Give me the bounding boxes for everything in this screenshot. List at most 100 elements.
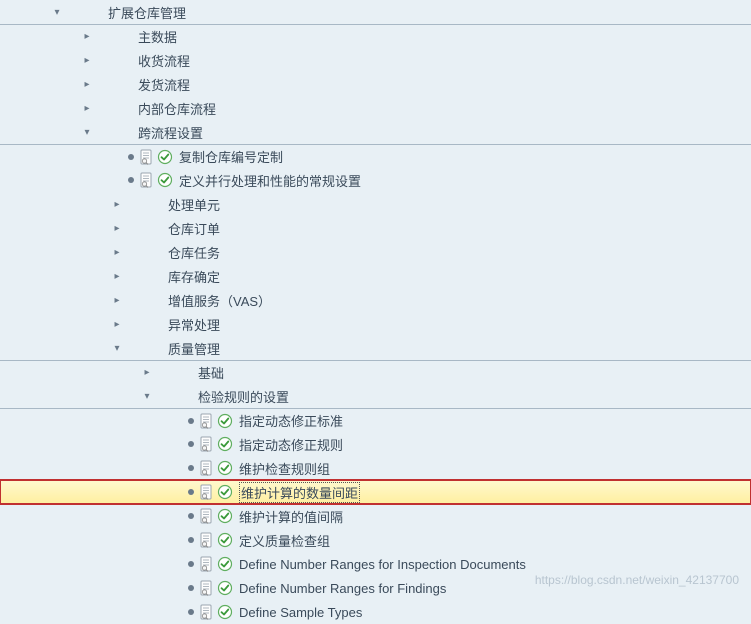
tree-node-label[interactable]: 维护计算的数量间距: [239, 482, 360, 503]
tree-row[interactable]: 定义质量检查组: [0, 528, 751, 552]
tree-row[interactable]: Define Sample Types: [0, 600, 751, 624]
activity-icon-group[interactable]: [200, 436, 233, 452]
activity-icon-group[interactable]: [200, 532, 233, 548]
execute-check-icon[interactable]: [217, 484, 233, 500]
tree-node-label[interactable]: 增值服务（VAS）: [168, 291, 271, 310]
tree-row[interactable]: ▾ 检验规则的设置: [0, 384, 751, 408]
activity-icon-group[interactable]: [200, 580, 233, 596]
tree-node-label[interactable]: 处理单元: [168, 195, 220, 214]
tree-row[interactable]: ▸ 内部仓库流程: [0, 96, 751, 120]
expander-collapsed-icon[interactable]: ▸: [110, 293, 124, 307]
tree-row[interactable]: 维护计算的数量间距: [0, 480, 751, 504]
expander-collapsed-icon[interactable]: ▸: [80, 30, 94, 44]
tree-row[interactable]: 指定动态修正规则: [0, 432, 751, 456]
tree-node-label[interactable]: 质量管理: [168, 339, 220, 358]
document-search-icon[interactable]: [200, 508, 214, 524]
expander-collapsed-icon[interactable]: ▸: [80, 101, 94, 115]
expander-collapsed-icon[interactable]: ▸: [140, 366, 154, 380]
tree-node-label[interactable]: 定义并行处理和性能的常规设置: [179, 171, 361, 190]
tree-node-label[interactable]: 库存确定: [168, 267, 220, 286]
execute-check-icon[interactable]: [217, 460, 233, 476]
activity-icon-group[interactable]: [200, 460, 233, 476]
activity-icon-group[interactable]: [200, 556, 233, 572]
expander-expanded-icon[interactable]: ▾: [140, 389, 154, 403]
expander-collapsed-icon[interactable]: ▸: [110, 221, 124, 235]
tree-row[interactable]: ▸ 发货流程: [0, 72, 751, 96]
tree-row[interactable]: 指定动态修正标准: [0, 408, 751, 432]
execute-check-icon[interactable]: [157, 172, 173, 188]
tree-row[interactable]: ▸ 收货流程: [0, 48, 751, 72]
expander-collapsed-icon[interactable]: ▸: [110, 269, 124, 283]
expander-expanded-icon[interactable]: ▾: [50, 5, 64, 19]
execute-check-icon[interactable]: [157, 149, 173, 165]
document-search-icon[interactable]: [200, 580, 214, 596]
execute-check-icon[interactable]: [217, 580, 233, 596]
tree-node-label[interactable]: 复制仓库编号定制: [179, 147, 283, 166]
tree-row[interactable]: ▸ 异常处理: [0, 312, 751, 336]
activity-icon-group[interactable]: [200, 484, 233, 500]
tree-row[interactable]: 维护检查规则组: [0, 456, 751, 480]
tree-node-label[interactable]: 内部仓库流程: [138, 99, 216, 118]
tree-row[interactable]: ▸ 库存确定: [0, 264, 751, 288]
expander-expanded-icon[interactable]: ▾: [110, 341, 124, 355]
tree-node-label[interactable]: 维护检查规则组: [239, 459, 330, 478]
tree-row[interactable]: ▸ 处理单元: [0, 192, 751, 216]
activity-icon-group[interactable]: [200, 413, 233, 429]
tree-row[interactable]: Define Number Ranges for Findings: [0, 576, 751, 600]
document-search-icon[interactable]: [200, 436, 214, 452]
tree-row[interactable]: ▸ 增值服务（VAS）: [0, 288, 751, 312]
tree-node-label[interactable]: 主数据: [138, 27, 177, 46]
tree-row[interactable]: 复制仓库编号定制: [0, 144, 751, 168]
tree-node-label[interactable]: 指定动态修正标准: [239, 411, 343, 430]
activity-icon-group[interactable]: [140, 149, 173, 165]
tree-row[interactable]: ▸ 基础: [0, 360, 751, 384]
tree-node-label[interactable]: Define Sample Types: [239, 605, 362, 620]
tree-row[interactable]: 定义并行处理和性能的常规设置: [0, 168, 751, 192]
activity-icon-group[interactable]: [200, 508, 233, 524]
document-search-icon[interactable]: [200, 413, 214, 429]
tree-row[interactable]: ▾ 质量管理: [0, 336, 751, 360]
tree-node-label[interactable]: 扩展仓库管理: [108, 3, 186, 22]
tree-node-label[interactable]: 异常处理: [168, 315, 220, 334]
tree-node-label[interactable]: 仓库订单: [168, 219, 220, 238]
document-search-icon[interactable]: [140, 172, 154, 188]
tree-row[interactable]: ▾ 扩展仓库管理: [0, 0, 751, 24]
expander-collapsed-icon[interactable]: ▸: [110, 197, 124, 211]
tree-node-label[interactable]: 指定动态修正规则: [239, 435, 343, 454]
tree-row[interactable]: ▸ 仓库订单: [0, 216, 751, 240]
execute-check-icon[interactable]: [217, 436, 233, 452]
expander-collapsed-icon[interactable]: ▸: [110, 245, 124, 259]
tree-node-label[interactable]: 基础: [198, 363, 224, 382]
tree-node-label[interactable]: 维护计算的值间隔: [239, 507, 343, 526]
tree-row[interactable]: ▸ 仓库任务: [0, 240, 751, 264]
execute-check-icon[interactable]: [217, 532, 233, 548]
document-search-icon[interactable]: [200, 604, 214, 620]
execute-check-icon[interactable]: [217, 604, 233, 620]
document-search-icon[interactable]: [200, 460, 214, 476]
document-search-icon[interactable]: [200, 556, 214, 572]
tree-node-label[interactable]: 收货流程: [138, 51, 190, 70]
tree-node-label[interactable]: 发货流程: [138, 75, 190, 94]
activity-icon-group[interactable]: [140, 172, 173, 188]
tree-row[interactable]: Define Number Ranges for Inspection Docu…: [0, 552, 751, 576]
tree-row[interactable]: 维护计算的值间隔: [0, 504, 751, 528]
activity-icon-group[interactable]: [200, 604, 233, 620]
execute-check-icon[interactable]: [217, 413, 233, 429]
expander-expanded-icon[interactable]: ▾: [80, 125, 94, 139]
tree-row[interactable]: ▸ 主数据: [0, 24, 751, 48]
expander-collapsed-icon[interactable]: ▸: [80, 77, 94, 91]
tree-node-label[interactable]: 仓库任务: [168, 243, 220, 262]
tree-node-label[interactable]: 定义质量检查组: [239, 531, 330, 550]
execute-check-icon[interactable]: [217, 556, 233, 572]
document-search-icon[interactable]: [200, 484, 214, 500]
tree-node-label[interactable]: 跨流程设置: [138, 123, 203, 142]
tree-node-label[interactable]: Define Number Ranges for Inspection Docu…: [239, 557, 526, 572]
tree-node-label[interactable]: Define Number Ranges for Findings: [239, 581, 446, 596]
tree-row[interactable]: ▾ 跨流程设置: [0, 120, 751, 144]
expander-collapsed-icon[interactable]: ▸: [80, 53, 94, 67]
tree-node-label[interactable]: 检验规则的设置: [198, 387, 289, 406]
expander-collapsed-icon[interactable]: ▸: [110, 317, 124, 331]
execute-check-icon[interactable]: [217, 508, 233, 524]
document-search-icon[interactable]: [200, 532, 214, 548]
document-search-icon[interactable]: [140, 149, 154, 165]
